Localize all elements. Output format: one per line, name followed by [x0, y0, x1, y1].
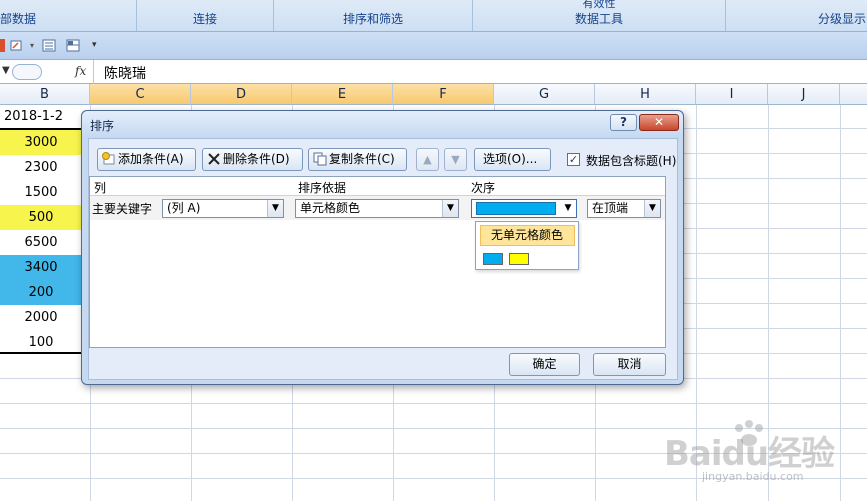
- formula-bar: ▼ fx 陈晓瑞: [0, 60, 867, 84]
- office-icon[interactable]: [0, 39, 5, 52]
- delete-level-button[interactable]: 删除条件(D): [202, 148, 303, 171]
- cell-b-date[interactable]: 2018-1-2: [0, 106, 82, 128]
- sort-level-label: 主要关键字: [92, 202, 153, 216]
- column-header-b[interactable]: B: [0, 84, 90, 105]
- copy-level-button[interactable]: 复制条件(C): [308, 148, 407, 171]
- cell-b-value[interactable]: 1500: [0, 180, 82, 205]
- ribbon-strip: 部数据 连接 排序和筛选 有效性 数据工具 分级显示: [0, 0, 867, 32]
- ribbon-group-external-data[interactable]: 部数据: [0, 0, 137, 31]
- cell-b-value[interactable]: 6500: [0, 230, 82, 255]
- options-button[interactable]: 选项(O)...: [474, 148, 551, 171]
- ok-button[interactable]: 确定: [509, 353, 580, 376]
- ribbon-group-label: 连接: [192, 12, 217, 26]
- no-cell-color-option[interactable]: 无单元格颜色: [480, 225, 575, 246]
- add-level-label: 添加条件(A): [118, 152, 184, 166]
- chart-wizard-icon[interactable]: [10, 39, 24, 52]
- selected-color-swatch: [476, 202, 556, 215]
- color-option-blue[interactable]: [483, 253, 503, 265]
- sort-dialog: 排序 ? ✕ 添加条件(A) 删除条件(D) 复制条件(C) ▲ ▼ 选项(O)…: [81, 110, 684, 385]
- column-header-j[interactable]: J: [768, 84, 840, 105]
- sort-level-row[interactable]: 主要关键字 (列 A) ▼ 单元格颜色 ▼ ▼ 在顶端 ▼: [90, 196, 665, 220]
- delete-icon: [207, 152, 221, 166]
- ribbon-group-label: 排序和筛选: [342, 12, 403, 26]
- cell-border: [0, 352, 82, 354]
- copy-level-label: 复制条件(C): [329, 152, 395, 166]
- column-header-f[interactable]: F: [393, 84, 494, 105]
- ribbon-group-label: 数据工具: [574, 12, 623, 26]
- has-headers-label: 数据包含标题(H): [586, 154, 677, 168]
- add-level-icon: [102, 152, 116, 166]
- column-header-d[interactable]: D: [191, 84, 292, 105]
- column-select-value: (列 A): [167, 201, 201, 215]
- delete-level-label: 删除条件(D): [223, 152, 290, 166]
- column-header-c[interactable]: C: [90, 84, 191, 105]
- header-order: 次序: [471, 181, 496, 195]
- customize-toolbar-icon[interactable]: ▾: [92, 40, 106, 53]
- sort-on-select[interactable]: 单元格颜色 ▼: [295, 199, 459, 218]
- color-option-yellow[interactable]: [509, 253, 529, 265]
- position-select-value: 在顶端: [592, 201, 629, 215]
- ribbon-group-connections[interactable]: 连接: [137, 0, 274, 31]
- add-level-button[interactable]: 添加条件(A): [97, 148, 196, 171]
- cell-b-value[interactable]: 2000: [0, 305, 82, 330]
- cell-b-value[interactable]: 2300: [0, 155, 82, 180]
- formula-input[interactable]: 陈晓瑞: [104, 63, 146, 83]
- chevron-down-icon[interactable]: ▼: [560, 200, 576, 217]
- cancel-button[interactable]: 取消: [593, 353, 666, 376]
- position-select[interactable]: 在顶端 ▼: [587, 199, 661, 218]
- color-dropdown-list: 无单元格颜色: [475, 221, 579, 270]
- ribbon-group-data-tools[interactable]: 有效性 数据工具: [473, 0, 726, 31]
- sort-levels-header: 列 排序依据 次序: [90, 177, 665, 196]
- column-header-k[interactable]: [840, 84, 867, 105]
- dialog-titlebar[interactable]: 排序 ? ✕: [82, 111, 683, 137]
- ribbon-group-label: 部数据: [0, 12, 37, 26]
- move-up-button[interactable]: ▲: [416, 148, 439, 171]
- ribbon-group-sort-filter[interactable]: 排序和筛选: [274, 0, 473, 31]
- dialog-title: 排序: [90, 119, 115, 133]
- cell-b-value[interactable]: 500: [0, 205, 82, 230]
- grid-line: [0, 403, 867, 404]
- header-column: 列: [94, 181, 107, 195]
- header-sort-on: 排序依据: [298, 181, 347, 195]
- insert-function-icon[interactable]: fx: [75, 64, 86, 78]
- column-header-i[interactable]: I: [696, 84, 768, 105]
- form-icon[interactable]: [42, 39, 56, 52]
- ribbon-group-outline[interactable]: 分级显示: [726, 0, 867, 31]
- watermark-url: jingyan.baidu.com: [702, 470, 804, 483]
- close-button[interactable]: ✕: [639, 114, 679, 131]
- column-select[interactable]: (列 A) ▼: [162, 199, 284, 218]
- formula-bar-expand-handle[interactable]: [12, 64, 42, 80]
- has-headers-checkbox[interactable]: ✓: [567, 153, 580, 166]
- quick-access-toolbar: ▾ ▾: [0, 32, 867, 60]
- help-button[interactable]: ?: [610, 114, 637, 131]
- sort-levels-panel: 列 排序依据 次序 主要关键字 (列 A) ▼ 单元格颜色 ▼ ▼ 在顶端 ▼: [89, 176, 666, 348]
- column-header-e[interactable]: E: [292, 84, 393, 105]
- order-color-select[interactable]: ▼: [471, 199, 577, 218]
- move-down-button[interactable]: ▼: [444, 148, 467, 171]
- watermark-text: Baidu经验: [664, 434, 835, 474]
- chevron-down-icon[interactable]: ▼: [644, 200, 660, 217]
- cell-b-value[interactable]: 200: [0, 280, 82, 305]
- table-icon[interactable]: [66, 39, 80, 52]
- copy-icon: [313, 152, 327, 166]
- watermark: Baidu经验 jingyan.baidu.com: [664, 420, 864, 492]
- cell-b-value[interactable]: 3400: [0, 255, 82, 280]
- chevron-down-icon[interactable]: ▼: [267, 200, 283, 217]
- chevron-down-icon[interactable]: ▼: [442, 200, 458, 217]
- cell-b-value[interactable]: 3000: [0, 130, 82, 155]
- ribbon-group-label: 分级显示: [818, 12, 867, 26]
- column-header-g[interactable]: G: [494, 84, 595, 105]
- sort-on-select-value: 单元格颜色: [300, 201, 361, 215]
- formula-bar-divider: [93, 60, 94, 84]
- namebox-dropdown-icon[interactable]: ▼: [2, 65, 10, 76]
- dialog-body: 添加条件(A) 删除条件(D) 复制条件(C) ▲ ▼ 选项(O)... ✓ 数…: [88, 138, 678, 380]
- column-header-h[interactable]: H: [595, 84, 696, 105]
